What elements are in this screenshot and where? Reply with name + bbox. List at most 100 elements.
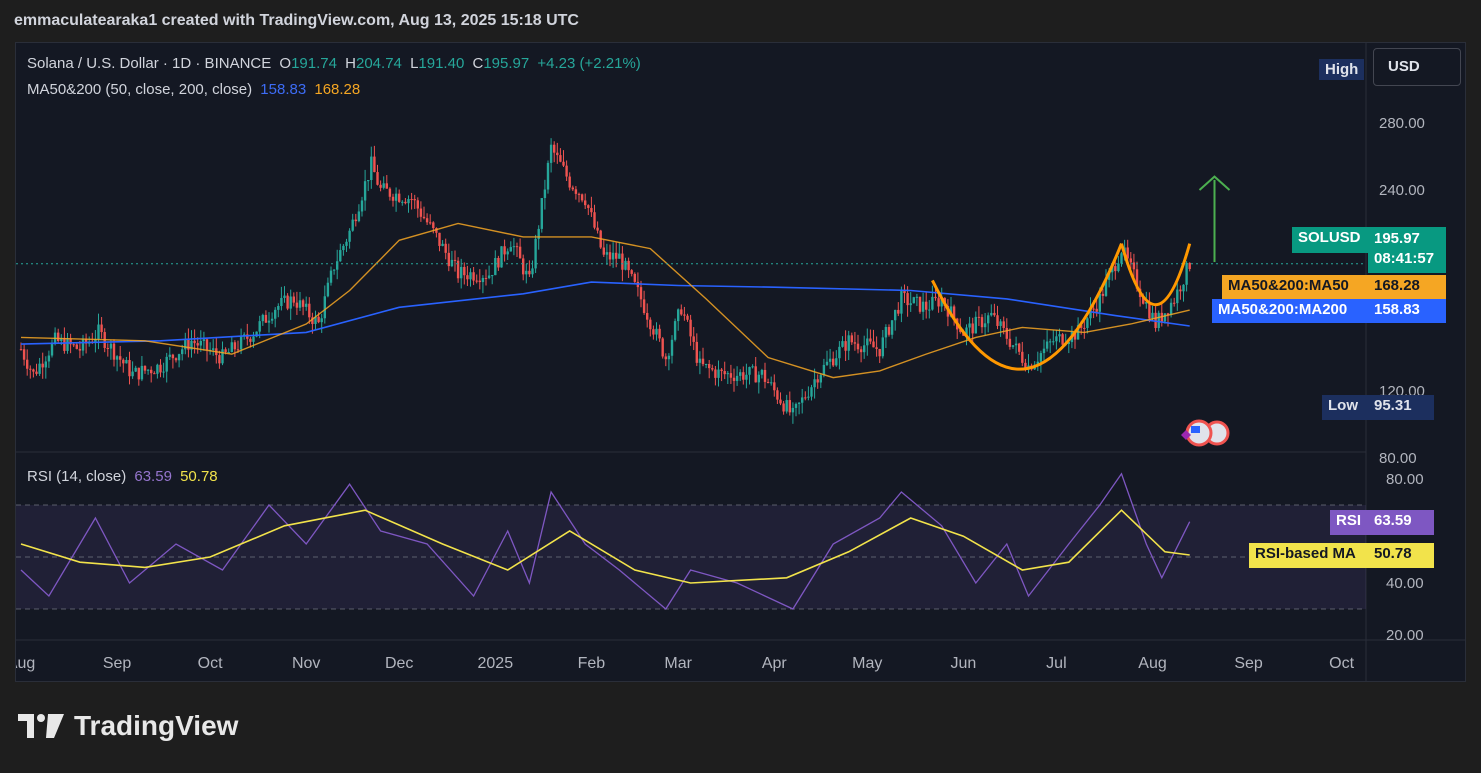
candle-body xyxy=(618,253,621,259)
candle-body xyxy=(72,344,75,346)
candle-body xyxy=(239,335,243,350)
candle-body xyxy=(760,369,764,375)
time-tick-label: Dec xyxy=(385,655,413,672)
candle-body xyxy=(515,246,519,248)
candle-body xyxy=(298,300,302,308)
candle-body xyxy=(841,341,844,347)
symbol-title: Solana / U.S. Dollar · 1D · BINANCE xyxy=(27,55,272,72)
candle-body xyxy=(766,381,770,383)
candle-body xyxy=(1117,263,1120,272)
time-tick-label: Jun xyxy=(951,655,977,672)
candle-body xyxy=(438,232,441,246)
candle-body xyxy=(1163,313,1167,322)
candle-body xyxy=(1018,343,1021,352)
candle-body xyxy=(106,347,109,349)
candle-body xyxy=(615,252,618,259)
candle-body xyxy=(1086,318,1089,328)
candle-body xyxy=(859,349,863,353)
candle-body xyxy=(177,354,181,361)
candle-body xyxy=(714,369,717,378)
candle-body xyxy=(788,400,791,413)
candle-body xyxy=(47,355,51,362)
candle-body xyxy=(81,338,85,351)
time-tick-label: Nov xyxy=(292,655,320,672)
candle-body xyxy=(884,327,888,338)
candle-body xyxy=(348,230,351,242)
candle-body xyxy=(531,268,534,275)
tradingview-brand: TradingView xyxy=(18,710,238,742)
open-value: 191.74 xyxy=(291,55,337,72)
rsi-legend: RSI (14, close) 63.59 50.78 xyxy=(27,468,222,485)
candle-body xyxy=(487,275,491,279)
candle-body xyxy=(1098,293,1101,312)
candle-body xyxy=(810,387,813,397)
candle-body xyxy=(816,379,819,383)
candle-body xyxy=(491,275,494,277)
candle-body xyxy=(695,341,698,363)
candle-body xyxy=(602,247,605,255)
candle-body xyxy=(125,359,128,364)
candle-body xyxy=(782,403,785,412)
candle-body xyxy=(410,199,413,201)
candle-body xyxy=(983,323,987,328)
open-label: O xyxy=(279,55,292,72)
candle-body xyxy=(150,369,153,374)
candle-body xyxy=(974,316,977,334)
price-chart[interactable]: 80.00120.00240.00280.0020.0040.0080.00Au… xyxy=(16,43,1465,681)
candle-body xyxy=(881,337,884,357)
time-tick-label: Oct xyxy=(1329,655,1354,672)
candle-body xyxy=(193,340,196,344)
candle-body xyxy=(593,212,596,228)
candle-body xyxy=(773,382,776,391)
candle-body xyxy=(1129,258,1132,263)
candle-body xyxy=(1132,262,1136,270)
change-value: +4.23 (+2.21%) xyxy=(537,55,641,72)
candle-body xyxy=(971,323,974,334)
candle-body xyxy=(584,200,587,206)
candle-body xyxy=(1005,327,1008,339)
candle-body xyxy=(925,301,928,310)
candle-body xyxy=(1011,345,1015,347)
candle-body xyxy=(354,219,357,222)
candle-body xyxy=(639,287,643,300)
time-tick-label: May xyxy=(852,655,882,672)
candle-body xyxy=(797,402,801,404)
candle-body xyxy=(1045,341,1049,349)
candle-body xyxy=(1095,308,1098,312)
candle-body xyxy=(813,379,816,388)
candle-body xyxy=(444,243,447,253)
candle-body xyxy=(680,309,683,315)
candle-body xyxy=(44,361,47,368)
candle-body xyxy=(230,342,233,353)
candle-body xyxy=(1058,334,1061,337)
candle-body xyxy=(212,348,215,350)
candle-body xyxy=(652,329,655,335)
candle-body xyxy=(202,339,206,341)
candle-body xyxy=(968,323,971,328)
candle-body xyxy=(1014,343,1018,346)
time-tick-label: Sep xyxy=(1234,655,1263,672)
candle-body xyxy=(289,296,292,309)
candle-body xyxy=(292,296,295,303)
candle-body xyxy=(571,187,574,190)
candle-body xyxy=(224,349,227,353)
candle-body xyxy=(252,336,255,342)
currency-button[interactable]: USD xyxy=(1373,48,1461,86)
candle-body xyxy=(934,296,937,299)
time-tick-label: Feb xyxy=(578,655,606,672)
price-tick-label: 240.00 xyxy=(1379,182,1425,199)
candle-body xyxy=(698,358,702,363)
candle-body xyxy=(280,297,283,306)
candle-body xyxy=(425,218,429,223)
chart-frame[interactable]: 80.00120.00240.00280.0020.0040.0080.00Au… xyxy=(15,42,1466,682)
candle-body xyxy=(921,301,925,312)
candle-body xyxy=(1101,293,1105,296)
candle-body xyxy=(57,332,60,342)
candle-body xyxy=(351,219,354,231)
candle-body xyxy=(878,348,881,357)
candle-body xyxy=(993,312,996,316)
price-badge: 195.97 08:41:57 xyxy=(1368,227,1446,273)
candle-body xyxy=(35,371,38,374)
candle-body xyxy=(97,324,100,340)
candle-body xyxy=(357,211,361,222)
